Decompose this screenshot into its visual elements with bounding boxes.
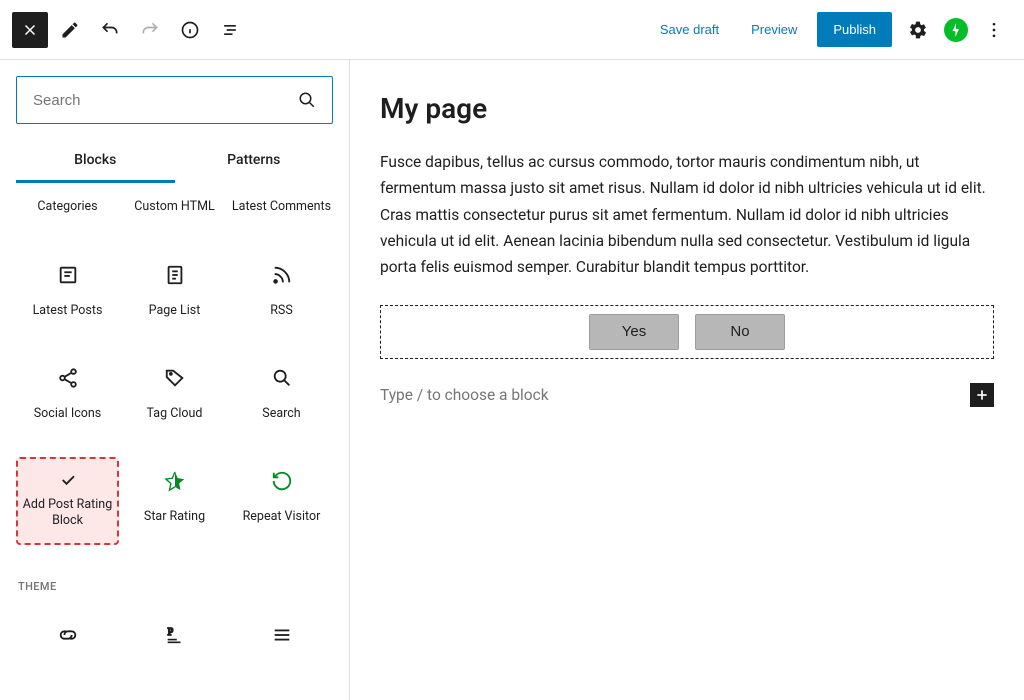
rating-block-selected[interactable]: Yes No [380,305,994,359]
block-label: Search [262,406,300,422]
block-label: Custom HTML [134,199,214,215]
pencil-icon [60,20,80,40]
block-categories[interactable]: Categories [16,199,119,243]
more-options-button[interactable] [976,12,1012,48]
block-search[interactable]: Search [230,354,333,449]
toolbar-left [12,12,248,48]
link-icon [48,615,88,655]
save-draft-button[interactable]: Save draft [648,14,731,45]
plus-icon [974,387,990,403]
search-block-icon [262,358,302,398]
block-label: Social Icons [34,406,102,422]
block-label: Add Post Rating Block [22,497,113,530]
theme-block-1[interactable] [16,611,119,700]
close-inserter-button[interactable] [12,12,48,48]
yes-button[interactable]: Yes [589,314,679,350]
search-icon [298,91,316,109]
rss-icon [262,255,302,295]
search-field-wrap[interactable] [16,76,333,124]
undo-icon [100,20,120,40]
add-block-button[interactable] [970,383,994,407]
block-inserter: Blocks Patterns Categories Custom HTML L… [0,60,350,700]
svg-text:P: P [167,627,173,638]
block-label: Latest Comments [232,199,331,215]
list-view-icon [220,20,240,40]
search-input[interactable] [33,92,298,109]
latest-posts-icon [48,255,88,295]
settings-button[interactable] [900,12,936,48]
block-star-rating[interactable]: Star Rating [123,457,226,552]
toolbar-right: Save draft Preview Publish [648,12,1012,48]
block-latest-posts[interactable]: Latest Posts [16,251,119,346]
block-grid: Categories Custom HTML Latest Comments L… [16,199,333,552]
redo-icon [140,20,160,40]
block-label: Repeat Visitor [243,509,321,525]
check-icon [48,467,88,493]
outline-button[interactable] [212,12,248,48]
page-list-icon [155,255,195,295]
new-block-row[interactable]: Type / to choose a block [380,383,994,407]
redo-button[interactable] [132,12,168,48]
theme-block-3[interactable] [230,611,333,700]
share-icon [48,358,88,398]
inserter-tabs: Blocks Patterns [16,140,333,183]
block-page-list[interactable]: Page List [123,251,226,346]
tools-button[interactable] [52,12,88,48]
block-label: Page List [149,303,201,319]
block-latest-comments[interactable]: Latest Comments [230,199,333,243]
theme-block-grid: P [16,611,333,700]
block-tag-cloud[interactable]: Tag Cloud [123,354,226,449]
page-body-paragraph[interactable]: Fusce dapibus, tellus ac cursus commodo,… [380,149,994,281]
details-button[interactable] [172,12,208,48]
block-custom-html[interactable]: Custom HTML [123,199,226,243]
preview-button[interactable]: Preview [739,14,809,45]
repeat-icon [262,461,302,501]
toolbar: Save draft Preview Publish [0,0,1024,60]
undo-button[interactable] [92,12,128,48]
theme-section-label: THEME [18,580,333,593]
theme-block-2[interactable]: P [123,611,226,700]
jetpack-button[interactable] [944,18,968,42]
block-label: Latest Posts [33,303,103,319]
page-title[interactable]: My page [380,92,994,125]
menu-icon [262,615,302,655]
tab-patterns[interactable]: Patterns [175,140,334,183]
no-button[interactable]: No [695,314,785,350]
kebab-icon [984,20,1004,40]
star-icon [155,461,195,501]
block-repeat-visitor[interactable]: Repeat Visitor [230,457,333,552]
new-block-placeholder: Type / to choose a block [380,386,549,404]
block-label: Star Rating [144,509,205,525]
jetpack-icon [949,23,963,37]
tab-blocks[interactable]: Blocks [16,140,175,183]
tag-icon [155,358,195,398]
paragraph-icon: P [155,615,195,655]
block-social-icons[interactable]: Social Icons [16,354,119,449]
editor-canvas[interactable]: My page Fusce dapibus, tellus ac cursus … [350,60,1024,700]
block-label: Categories [37,199,97,215]
block-label: Tag Cloud [147,406,203,422]
block-rss[interactable]: RSS [230,251,333,346]
info-icon [180,20,200,40]
close-icon [21,21,39,39]
publish-button[interactable]: Publish [817,12,892,47]
main-layout: Blocks Patterns Categories Custom HTML L… [0,60,1024,700]
block-add-post-rating[interactable]: Add Post Rating Block [16,457,119,545]
block-label: RSS [270,303,293,319]
gear-icon [908,20,928,40]
